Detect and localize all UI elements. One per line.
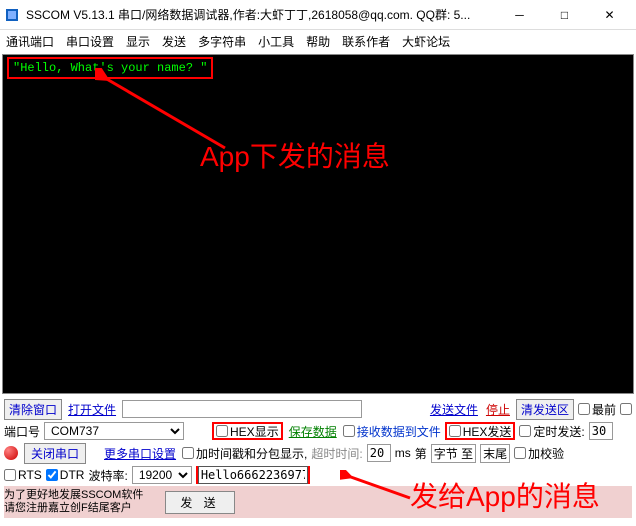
menu-comm-port[interactable]: 通讯端口: [6, 33, 54, 50]
menu-tools[interactable]: 小工具: [258, 33, 294, 50]
window-title: SSCOM V5.13.1 串口/网络数据调试器,作者:大虾丁丁,2618058…: [26, 6, 497, 23]
port-select[interactable]: COM737: [44, 422, 184, 440]
dtr-checkbox[interactable]: DTR: [46, 468, 85, 482]
timed-send-checkbox[interactable]: 定时发送:: [519, 423, 584, 440]
clear-send-button[interactable]: 清发送区: [516, 399, 574, 420]
bytes-l3: 末尾: [480, 444, 510, 463]
terminal-output: "Hello, What's your name? ": [2, 54, 634, 394]
timeout-label: 超时时间:: [311, 445, 362, 462]
menu-contact[interactable]: 联系作者: [342, 33, 390, 50]
topmost-label: 最前: [592, 401, 616, 418]
close-port-button[interactable]: 关闭串口: [24, 443, 86, 464]
timeout-input[interactable]: [367, 444, 391, 462]
hex-send-box: HEX发送: [445, 422, 516, 440]
baud-select[interactable]: 19200: [132, 466, 192, 484]
close-button[interactable]: ✕: [587, 0, 632, 30]
close-port-icon[interactable]: [4, 446, 18, 460]
annotation-uplink: 发给App的消息: [410, 475, 600, 515]
clear-window-button[interactable]: 清除窗口: [4, 399, 62, 420]
send-file-button[interactable]: 发送文件: [428, 401, 480, 418]
dtr-label: DTR: [60, 468, 85, 482]
menu-display[interactable]: 显示: [126, 33, 150, 50]
port-label: 端口号: [4, 423, 40, 440]
timed-send-value[interactable]: [589, 422, 613, 440]
send-input[interactable]: [198, 466, 308, 484]
app-icon: [4, 7, 20, 23]
minimize-button[interactable]: ─: [497, 0, 542, 30]
menu-bar: 通讯端口 串口设置 显示 发送 多字符串 小工具 帮助 联系作者 大虾论坛: [0, 30, 636, 52]
title-bar: SSCOM V5.13.1 串口/网络数据调试器,作者:大虾丁丁,2618058…: [0, 0, 636, 30]
baud-label: 波特率:: [88, 467, 127, 484]
more-settings-button[interactable]: 更多串口设置: [102, 445, 178, 462]
controls-row-3: 关闭串口 更多串口设置 加时间戳和分包显示, 超时时间: ms 第 字节 至 末…: [4, 442, 632, 464]
topmost-checkbox[interactable]: 最前: [578, 401, 616, 418]
bytes-l2: 字节 至: [431, 444, 476, 463]
menu-forum[interactable]: 大虾论坛: [402, 33, 450, 50]
timestamp-checkbox[interactable]: 加时间戳和分包显示,: [182, 445, 307, 462]
open-file-button[interactable]: 打开文件: [66, 401, 118, 418]
send-input-box: [196, 466, 310, 484]
hex-send-checkbox[interactable]: HEX发送: [449, 423, 512, 440]
add-crc-checkbox[interactable]: 加校验: [514, 445, 564, 462]
controls-row-1: 清除窗口 打开文件 发送文件 停止 清发送区 最前: [4, 398, 632, 420]
stop-button[interactable]: 停止: [484, 401, 512, 418]
hex-display-label: HEX显示: [230, 423, 279, 440]
menu-send[interactable]: 发送: [162, 33, 186, 50]
hex-display-box: HEX显示: [212, 422, 283, 440]
recv-to-file-checkbox[interactable]: 接收数据到文件: [343, 423, 441, 440]
timed-send-label: 定时发送:: [533, 423, 584, 440]
add-crc-label: 加校验: [528, 445, 564, 462]
rts-checkbox[interactable]: RTS: [4, 468, 42, 482]
annotation-downlink: App下发的消息: [200, 135, 390, 175]
status-line-2: 请您注册嘉立创F结尾客户: [4, 502, 143, 515]
timestamp-label: 加时间戳和分包显示,: [196, 445, 307, 462]
english-checkbox[interactable]: [620, 403, 632, 415]
bytes-l1: 第: [415, 445, 427, 462]
menu-help[interactable]: 帮助: [306, 33, 330, 50]
rts-label: RTS: [18, 468, 42, 482]
menu-multistring[interactable]: 多字符串: [198, 33, 246, 50]
timeout-unit: ms: [395, 446, 411, 460]
save-data-button[interactable]: 保存数据: [287, 423, 339, 440]
controls-row-2: 端口号 COM737 HEX显示 保存数据 接收数据到文件 HEX发送 定时发送…: [4, 420, 632, 442]
file-path-input[interactable]: [122, 400, 362, 418]
maximize-button[interactable]: □: [542, 0, 587, 30]
hex-display-checkbox[interactable]: HEX显示: [216, 423, 279, 440]
hex-send-label: HEX发送: [463, 423, 512, 440]
recv-to-file-label: 接收数据到文件: [357, 423, 441, 440]
received-message: "Hello, What's your name? ": [7, 57, 213, 79]
menu-serial-settings[interactable]: 串口设置: [66, 33, 114, 50]
send-button[interactable]: 发 送: [165, 491, 234, 514]
status-line-1: 为了更好地发展SSCOM软件: [4, 489, 143, 502]
